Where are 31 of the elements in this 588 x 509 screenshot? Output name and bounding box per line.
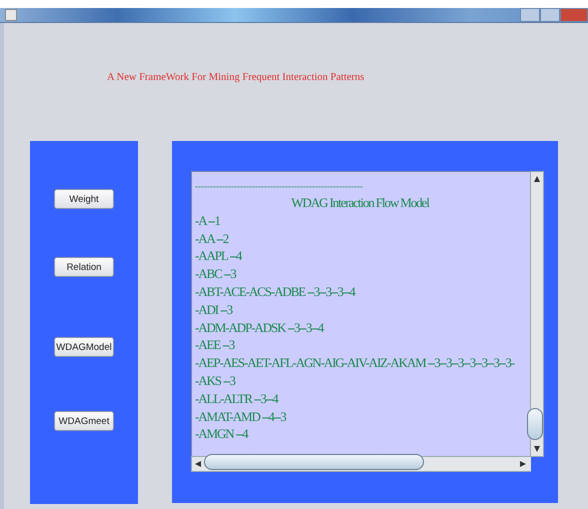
scroll-thumb[interactable] <box>204 454 424 470</box>
output-line: -ADM-ADP-ADSK --3--3--4 <box>195 318 325 336</box>
output-line: -AKS --3 <box>195 372 236 390</box>
left-arrow-icon[interactable] <box>195 461 201 467</box>
action-button[interactable]: Relation <box>54 257 114 277</box>
action-button[interactable]: WDAGmeet <box>54 411 114 431</box>
output-line: -AMAT-AMD --4--3 <box>195 408 288 426</box>
minimize-button[interactable] <box>520 8 540 22</box>
output-line: -ABT-ACE-ACS-ADBE --3--3--3--4 <box>195 282 356 301</box>
down-arrow-icon[interactable] <box>534 446 540 452</box>
scroll-thumb[interactable] <box>527 408 543 440</box>
output-line: -AMGN --4 <box>195 425 250 444</box>
maximize-button[interactable] <box>540 8 560 22</box>
right-arrow-icon[interactable] <box>520 461 526 467</box>
output-title: WDAG Interaction Flow Model <box>290 194 430 212</box>
output-line: -AA --2 <box>195 230 230 248</box>
app-icon <box>5 9 17 21</box>
action-button[interactable]: Weight <box>54 189 114 209</box>
output-line: -ADI --3 <box>195 300 234 319</box>
output-line: -ABC --3 <box>195 265 238 283</box>
up-arrow-icon[interactable] <box>534 176 540 182</box>
output-line: -AAPL --4 <box>195 247 243 266</box>
horizontal-scrollbar[interactable] <box>191 456 532 472</box>
output-line: -ALL-ALTR --3--4 <box>195 390 280 408</box>
app-heading: A New FrameWork For Mining Frequent Interaction Patterns <box>107 72 364 83</box>
output-line: -AEE --3 <box>195 336 236 354</box>
output-line: -AEP-AES-AET-AFL-AGN-AIG-AIV-AIZ-AKAM --3--3--3--3--3--3--3- <box>195 354 516 372</box>
vertical-scrollbar[interactable] <box>530 171 544 457</box>
action-button[interactable]: WDAGModel <box>54 337 114 357</box>
separator-line: -------------------------------------------------------- <box>195 180 364 193</box>
output-line: -A --1 <box>195 212 221 230</box>
